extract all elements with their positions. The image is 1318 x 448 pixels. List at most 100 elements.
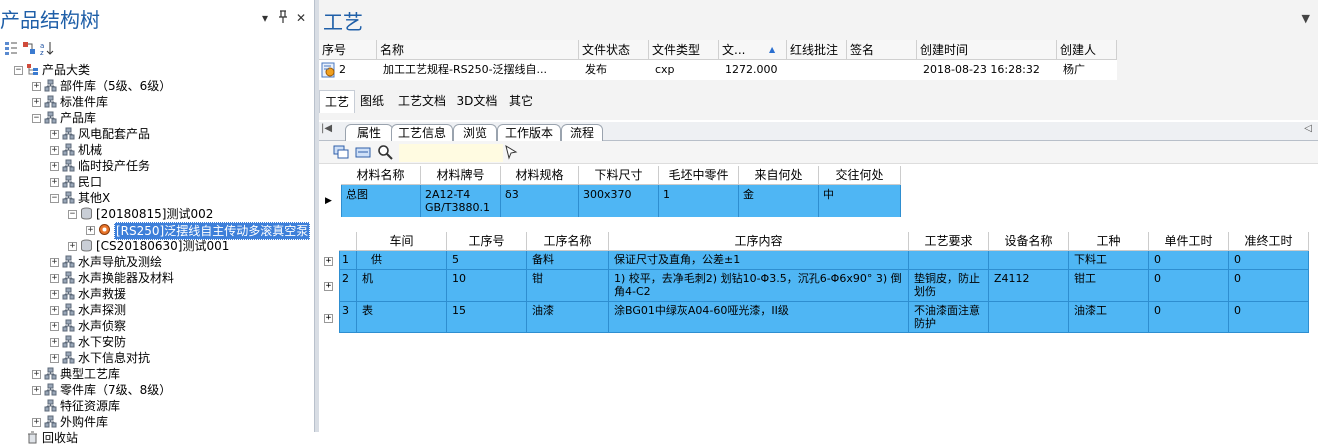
- proc-header-workshop[interactable]: 车间: [357, 232, 447, 251]
- expand-icon[interactable]: +: [50, 290, 59, 299]
- col-header-type[interactable]: 文件类型: [649, 40, 719, 60]
- collapse-icon[interactable]: −: [68, 210, 77, 219]
- sort-icon[interactable]: az: [40, 41, 54, 57]
- col-header-size[interactable]: 文... ▲: [719, 40, 787, 60]
- filter-icon[interactable]: [22, 41, 36, 55]
- expand-icon[interactable]: +: [68, 242, 77, 251]
- tab-scroll-left-icon[interactable]: |◀: [321, 123, 332, 134]
- proc-header-requirement[interactable]: 工艺要求: [909, 232, 989, 251]
- tree-node[interactable]: + 水声侦察: [0, 318, 314, 334]
- expand-icon[interactable]: +: [32, 370, 41, 379]
- col-header-status[interactable]: 文件状态: [579, 40, 649, 60]
- expand-icon[interactable]: +: [32, 418, 41, 427]
- tree-node[interactable]: + 水声探测: [0, 302, 314, 318]
- tab-properties[interactable]: 属性: [345, 124, 393, 141]
- pointer-icon[interactable]: [503, 144, 519, 160]
- row-expand-icon[interactable]: +: [324, 256, 333, 266]
- view-layout-icon[interactable]: [333, 144, 349, 160]
- proc-header-op-name[interactable]: 工序名称: [527, 232, 609, 251]
- panel-menu-icon[interactable]: ▼: [1302, 12, 1310, 25]
- tree-node[interactable]: + 水下安防: [0, 334, 314, 350]
- expand-icon[interactable]: +: [50, 178, 59, 187]
- col-header-index[interactable]: 序号: [319, 40, 377, 60]
- expand-icon[interactable]: +: [32, 98, 41, 107]
- mat-header-name[interactable]: 材料名称: [341, 166, 421, 185]
- expand-icon[interactable]: +: [50, 338, 59, 347]
- tab-other[interactable]: 其它: [503, 90, 539, 112]
- col-header-redline[interactable]: 红线批注: [787, 40, 847, 60]
- panel-dropdown-icon[interactable]: ▾: [258, 10, 272, 26]
- expand-icon[interactable]: +: [50, 258, 59, 267]
- close-icon[interactable]: ✕: [294, 10, 308, 26]
- mat-header-from[interactable]: 来自何处: [739, 166, 819, 185]
- tree-node[interactable]: + [RS250]泛摆线自主传动多滚真空泵: [0, 222, 314, 240]
- tree-node[interactable]: 特征资源库: [0, 398, 314, 414]
- tree-node[interactable]: + 典型工艺库: [0, 366, 314, 382]
- tree-node[interactable]: − 产品库: [0, 110, 314, 126]
- tree-node[interactable]: − 产品大类: [0, 62, 314, 78]
- pin-icon[interactable]: [276, 10, 290, 26]
- tab-drawing[interactable]: 图纸: [355, 90, 389, 112]
- collapse-icon[interactable]: −: [14, 66, 23, 75]
- tree-node[interactable]: + 临时投产任务: [0, 158, 314, 174]
- proc-header-op-no[interactable]: 工序号: [447, 232, 527, 251]
- tree-node[interactable]: + 机械: [0, 142, 314, 158]
- tree-node[interactable]: + 标准件库: [0, 94, 314, 110]
- expand-icon[interactable]: +: [50, 354, 59, 363]
- expand-icon[interactable]: +: [50, 162, 59, 171]
- tree-node[interactable]: + 水声换能器及材料: [0, 270, 314, 286]
- expand-icon[interactable]: +: [50, 322, 59, 331]
- expand-icon[interactable]: +: [50, 130, 59, 139]
- col-header-name[interactable]: 名称: [377, 40, 579, 60]
- row-expand-icon[interactable]: +: [324, 282, 333, 291]
- tab-working-version[interactable]: 工作版本: [497, 124, 561, 141]
- col-header-signature[interactable]: 签名: [847, 40, 917, 60]
- tree-node[interactable]: − [20180815]测试002: [0, 206, 314, 222]
- mat-header-blank-parts[interactable]: 毛坯中零件: [659, 166, 739, 185]
- expand-icon[interactable]: +: [32, 386, 41, 395]
- tab-workflow[interactable]: 流程: [561, 124, 603, 141]
- collapse-icon[interactable]: −: [50, 194, 59, 203]
- tree-view-icon[interactable]: [4, 41, 18, 55]
- tree-node[interactable]: + 部件库（5级、6级）: [0, 78, 314, 94]
- proc-header-trade[interactable]: 工种: [1069, 232, 1149, 251]
- form-view-icon[interactable]: [355, 144, 371, 160]
- tree-node[interactable]: + 水声救援: [0, 286, 314, 302]
- row-expand-icon[interactable]: +: [324, 313, 333, 323]
- tree-node[interactable]: − 其他X: [0, 190, 314, 206]
- tree-node[interactable]: + 零件库（7级、8级）: [0, 382, 314, 398]
- expand-icon[interactable]: +: [86, 226, 95, 235]
- tab-process-docs[interactable]: 工艺文档: [393, 90, 451, 112]
- proc-header-setup-time[interactable]: 准终工时: [1229, 232, 1309, 251]
- collapse-icon[interactable]: −: [32, 114, 41, 123]
- tab-3d-docs[interactable]: 3D文档: [453, 90, 501, 112]
- mat-header-grade[interactable]: 材料牌号: [421, 166, 501, 185]
- tree-node[interactable]: 回收站: [0, 430, 314, 446]
- tab-process-info[interactable]: 工艺信息: [391, 124, 453, 141]
- search-icon[interactable]: [377, 144, 393, 160]
- tree-node[interactable]: + 风电配套产品: [0, 126, 314, 142]
- expand-icon[interactable]: +: [50, 146, 59, 155]
- search-input[interactable]: [399, 144, 503, 162]
- doc-status: 发布: [585, 63, 607, 76]
- tab-browse[interactable]: 浏览: [453, 124, 497, 141]
- proc-header-equipment[interactable]: 设备名称: [989, 232, 1069, 251]
- mat-header-spec[interactable]: 材料规格: [501, 166, 579, 185]
- col-header-creator[interactable]: 创建人: [1057, 40, 1117, 60]
- tree-node[interactable]: + 水下信息对抗: [0, 350, 314, 366]
- proc-header-op-content[interactable]: 工序内容: [609, 232, 909, 251]
- tab-scroll-right-icon[interactable]: ◁: [1304, 123, 1312, 134]
- expand-icon[interactable]: +: [50, 274, 59, 283]
- tree-node[interactable]: + 水声导航及测绘: [0, 254, 314, 270]
- col-header-created-time[interactable]: 创建时间: [917, 40, 1057, 60]
- expand-icon[interactable]: +: [32, 82, 41, 91]
- proc-header-unit-time[interactable]: 单件工时: [1149, 232, 1229, 251]
- tab-process[interactable]: 工艺: [319, 90, 355, 113]
- expand-icon[interactable]: +: [50, 306, 59, 315]
- tree-node[interactable]: + 外购件库: [0, 414, 314, 430]
- tree-node[interactable]: + 民口: [0, 174, 314, 190]
- mat-header-cut-size[interactable]: 下料尺寸: [579, 166, 659, 185]
- mat-header-to[interactable]: 交往何处: [819, 166, 901, 185]
- mat-from: 金: [739, 185, 819, 217]
- tree-node[interactable]: + [CS20180630]测试001: [0, 238, 314, 254]
